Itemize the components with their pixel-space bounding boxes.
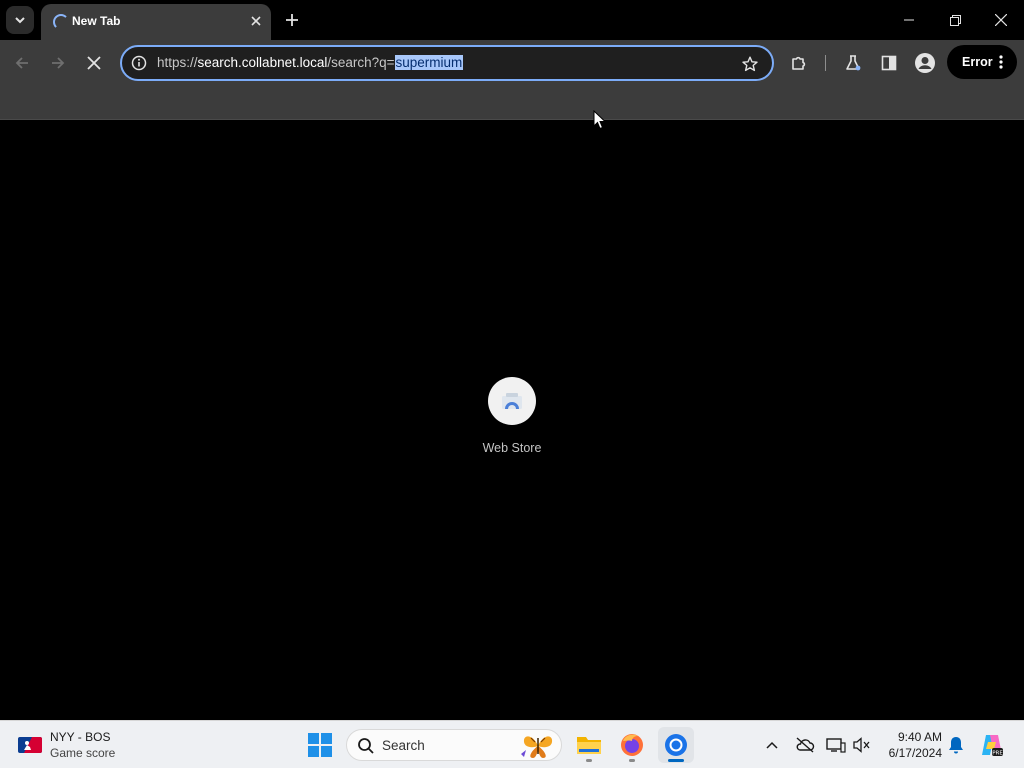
copilot-button[interactable]: PRE xyxy=(980,733,1004,757)
plus-icon xyxy=(286,14,298,26)
tab-close-button[interactable] xyxy=(247,12,265,30)
taskbar-search-box[interactable]: Search xyxy=(346,729,562,761)
system-clock[interactable]: 9:40 AM 6/17/2024 xyxy=(876,729,942,761)
taskbar-chrome[interactable] xyxy=(658,727,694,763)
clock-date: 6/17/2024 xyxy=(888,746,942,760)
search-icon xyxy=(358,738,374,754)
toolbar-separator xyxy=(825,55,826,71)
back-button[interactable] xyxy=(8,49,36,77)
extensions-button[interactable] xyxy=(785,49,813,77)
folder-icon xyxy=(577,737,601,754)
stop-button[interactable] xyxy=(80,49,108,77)
chromium-icon xyxy=(665,734,687,756)
bell-icon xyxy=(949,737,963,754)
labs-button[interactable] xyxy=(839,49,867,77)
running-indicator xyxy=(586,759,592,762)
close-icon xyxy=(87,56,101,70)
windows-logo-icon xyxy=(308,733,332,757)
close-icon xyxy=(995,14,1007,26)
arrow-left-icon xyxy=(15,57,28,69)
widgets-button[interactable]: NYY - BOS Game score xyxy=(18,729,158,761)
running-indicator xyxy=(629,759,635,762)
close-icon xyxy=(251,16,261,26)
bookmark-button[interactable] xyxy=(740,54,760,74)
more-vert-icon xyxy=(999,55,1003,69)
new-tab-button[interactable] xyxy=(280,8,304,32)
start-button[interactable] xyxy=(307,732,333,758)
side-panel-button[interactable] xyxy=(875,49,903,77)
arrow-right-icon xyxy=(52,57,65,69)
site-info-button[interactable] xyxy=(130,54,148,72)
minimize-icon xyxy=(904,19,914,21)
widget-title: NYY - BOS xyxy=(50,730,111,744)
svg-text:PRE: PRE xyxy=(992,751,1003,757)
star-icon xyxy=(742,56,758,72)
mouse-cursor-icon xyxy=(593,110,606,130)
tab-title: New Tab xyxy=(72,14,121,28)
url-selected-text: supermium xyxy=(394,55,464,70)
show-hidden-icons-button[interactable] xyxy=(762,735,782,755)
network-button[interactable] xyxy=(826,735,846,755)
close-window-button[interactable] xyxy=(978,0,1024,40)
shortcut-label: Web Store xyxy=(482,441,542,455)
cloud-off-icon xyxy=(796,737,815,753)
notifications-button[interactable] xyxy=(946,735,966,755)
windows-taskbar: NYY - BOS Game score Search 9:40 AM 6/17… xyxy=(0,720,1024,768)
url-scheme: https:// xyxy=(157,55,198,70)
tab-strip: New Tab xyxy=(0,0,1024,40)
new-tab-page: Web Store xyxy=(0,121,1024,720)
profile-error-chip[interactable]: Error xyxy=(947,45,1017,79)
clock-time: 9:40 AM xyxy=(897,730,942,744)
spinner-icon xyxy=(53,14,69,30)
side-panel-icon xyxy=(881,55,897,71)
volume-button[interactable] xyxy=(852,735,872,755)
chevron-up-icon xyxy=(766,741,778,749)
firefox-icon xyxy=(621,734,643,756)
restore-button[interactable] xyxy=(932,0,978,40)
profile-button[interactable] xyxy=(911,49,939,77)
web-store-tile[interactable] xyxy=(488,377,536,425)
tab-search-button[interactable] xyxy=(6,6,34,34)
puzzle-icon xyxy=(792,56,806,70)
url-path: /search?q= xyxy=(327,55,395,70)
copilot-icon: PRE xyxy=(982,735,1003,757)
butterfly-icon xyxy=(521,736,553,758)
address-bar[interactable]: https://search.collabnet.local/search?q=… xyxy=(120,45,774,81)
shortcut-web-store[interactable]: Web Store xyxy=(472,377,552,463)
error-label: Error xyxy=(962,55,993,69)
search-placeholder: Search xyxy=(382,738,425,753)
bookmarks-bar xyxy=(0,86,1024,120)
network-icon xyxy=(826,738,846,753)
chevron-down-icon xyxy=(15,17,25,24)
mlb-logo-icon xyxy=(18,737,42,753)
restore-icon xyxy=(949,14,961,26)
speaker-muted-icon xyxy=(853,737,870,753)
info-icon xyxy=(131,55,147,71)
taskbar-firefox[interactable] xyxy=(614,727,650,763)
onedrive-button[interactable] xyxy=(795,735,815,755)
url-text[interactable]: https://search.collabnet.local/search?q=… xyxy=(157,55,464,70)
url-host: search.collabnet.local xyxy=(197,55,328,70)
active-indicator xyxy=(668,759,684,762)
minimize-button[interactable] xyxy=(886,0,932,40)
tab-new-tab[interactable]: New Tab xyxy=(41,4,271,40)
widget-subtitle: Game score xyxy=(50,746,116,760)
flask-icon xyxy=(846,55,861,71)
taskbar-file-explorer[interactable] xyxy=(571,727,607,763)
web-store-icon xyxy=(502,393,522,409)
person-icon xyxy=(915,53,935,73)
browser-toolbar: https://search.collabnet.local/search?q=… xyxy=(0,40,1024,86)
forward-button[interactable] xyxy=(44,49,72,77)
